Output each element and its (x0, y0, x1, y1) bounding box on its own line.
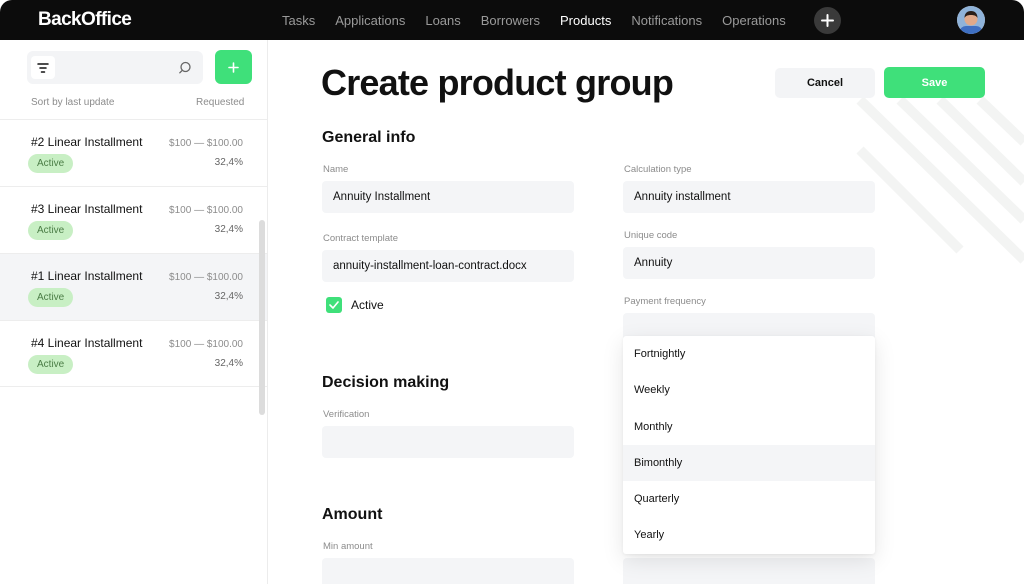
status-badge: Active (28, 221, 74, 240)
dropdown-option-bimonthly[interactable]: Bimonthly (623, 444, 875, 482)
search-input[interactable] (61, 51, 173, 84)
dropdown-option-quarterly[interactable]: Quarterly (623, 481, 875, 517)
item-rate: 32,4% (214, 157, 243, 168)
search-icon[interactable] (177, 60, 193, 76)
calculation-type-label: Calculation type (624, 164, 692, 175)
name-field[interactable]: Annuity Installment (322, 181, 574, 213)
check-icon (329, 301, 339, 309)
item-range: $100 — $100.00 (169, 339, 243, 350)
verification-label: Verification (323, 409, 370, 420)
background-pattern (856, 96, 1024, 264)
filter-button[interactable] (31, 56, 55, 79)
save-button[interactable]: Save (884, 67, 985, 98)
add-new-button[interactable] (814, 7, 841, 34)
dropdown-option-yearly[interactable]: Yearly (623, 517, 875, 553)
product-list-sidebar: Sort by last update Requested #2 Linear … (0, 40, 268, 584)
status-badge: Active (28, 288, 74, 307)
min-amount-field[interactable] (322, 558, 574, 584)
payment-frequency-dropdown: Fortnightly Weekly Monthly Bimonthly Qua… (623, 336, 875, 554)
item-title: #2 Linear Installment (31, 135, 143, 149)
decision-making-heading: Decision making (322, 374, 450, 391)
search-box (27, 51, 203, 84)
top-navigation-bar: BackOffice Tasks Applications Loans Borr… (0, 0, 1024, 40)
verification-field[interactable] (322, 426, 574, 458)
min-amount-label: Min amount (323, 541, 373, 552)
general-info-heading: General info (322, 129, 416, 146)
avatar-portrait-icon (957, 6, 985, 34)
list-item[interactable]: #3 Linear Installment Active $100 — $100… (0, 186, 267, 253)
dropdown-option-monthly[interactable]: Monthly (623, 409, 875, 445)
user-avatar[interactable] (957, 6, 985, 34)
active-checkbox-label[interactable]: Active (351, 298, 384, 312)
max-amount-field[interactable] (623, 558, 875, 584)
item-title: #1 Linear Installment (31, 269, 143, 283)
nav-item-notifications[interactable]: Notifications (631, 13, 702, 28)
name-label: Name (323, 164, 349, 175)
status-badge: Active (28, 154, 74, 173)
list-item[interactable]: #2 Linear Installment Active $100 — $100… (0, 119, 267, 186)
sidebar-scrollbar[interactable] (259, 220, 265, 415)
item-rate: 32,4% (214, 224, 243, 235)
dropdown-option-weekly[interactable]: Weekly (623, 372, 875, 408)
nav-item-operations[interactable]: Operations (722, 13, 786, 28)
nav-item-loans[interactable]: Loans (425, 13, 460, 28)
item-range: $100 — $100.00 (169, 138, 243, 149)
item-range: $100 — $100.00 (169, 205, 243, 216)
status-badge: Active (28, 355, 74, 374)
item-range: $100 — $100.00 (169, 272, 243, 283)
contract-template-field[interactable]: annuity-installment-loan-contract.docx (322, 250, 574, 282)
list-item[interactable]: #4 Linear Installment Active $100 — $100… (0, 320, 267, 387)
nav-item-tasks[interactable]: Tasks (282, 13, 315, 28)
item-title: #4 Linear Installment (31, 336, 143, 350)
app-logo[interactable]: BackOffice (38, 9, 132, 31)
add-product-button[interactable] (215, 50, 252, 84)
unique-code-label: Unique code (624, 230, 678, 241)
nav-item-products[interactable]: Products (560, 13, 611, 28)
nav-item-borrowers[interactable]: Borrowers (481, 13, 540, 28)
list-item[interactable]: #1 Linear Installment Active $100 — $100… (0, 253, 267, 320)
dropdown-option-fortnightly[interactable]: Fortnightly (623, 336, 875, 372)
product-list: #2 Linear Installment Active $100 — $100… (0, 119, 267, 387)
cancel-button[interactable]: Cancel (775, 68, 875, 98)
plus-icon (228, 61, 239, 73)
plus-icon (821, 14, 834, 27)
item-title: #3 Linear Installment (31, 202, 143, 216)
amount-heading: Amount (322, 506, 383, 523)
item-rate: 32,4% (214, 291, 243, 302)
calculation-type-field[interactable]: Annuity installment (623, 181, 875, 213)
page-title: Create product group (321, 62, 674, 103)
payment-frequency-label: Payment frequency (624, 296, 706, 307)
requested-label[interactable]: Requested (196, 97, 244, 108)
main-nav: Tasks Applications Loans Borrowers Produ… (282, 0, 806, 40)
item-rate: 32,4% (214, 358, 243, 369)
unique-code-field[interactable]: Annuity (623, 247, 875, 279)
filter-icon (37, 62, 49, 73)
sort-label[interactable]: Sort by last update (31, 97, 114, 108)
app-window: BackOffice Tasks Applications Loans Borr… (0, 0, 1024, 584)
contract-template-label: Contract template (323, 233, 398, 244)
active-checkbox[interactable] (326, 297, 342, 313)
nav-item-applications[interactable]: Applications (335, 13, 405, 28)
